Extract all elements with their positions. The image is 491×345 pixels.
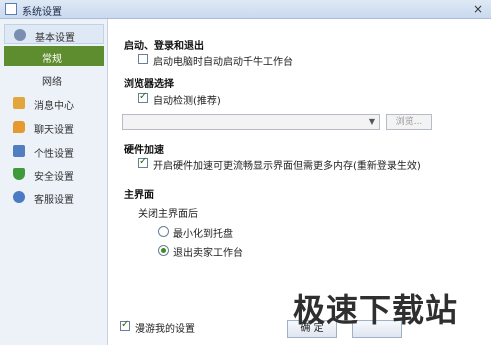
sidebar-item-label: 聊天设置 <box>34 125 74 136</box>
close-behavior-label: 关闭主界面后 <box>138 209 198 220</box>
gear-icon <box>14 29 26 41</box>
section-title-startup: 启动、登录和退出 <box>124 41 204 52</box>
title-bar: 系统设置 × <box>0 0 491 19</box>
sidebar-item-label: 基本设置 <box>35 33 75 44</box>
close-button[interactable]: × <box>471 2 485 16</box>
chat-icon <box>13 121 25 133</box>
watermark: 极速下载站 <box>293 291 459 329</box>
minimize-to-tray-radio[interactable] <box>158 226 169 237</box>
exit-workbench-radio[interactable] <box>158 245 169 256</box>
sidebar-item-label: 网络 <box>42 77 62 88</box>
hardware-accel-label: 开启硬件加速可更流畅显示界面但需更多内存(重新登录生效) <box>153 161 421 172</box>
app-icon <box>5 3 17 15</box>
mail-icon <box>13 97 25 109</box>
window-icon <box>13 145 25 157</box>
roam-settings-checkbox[interactable] <box>120 319 130 331</box>
sidebar-item-basic-settings[interactable]: 基本设置 <box>4 24 104 44</box>
auto-start-checkbox[interactable] <box>138 54 148 64</box>
sidebar-item-security-settings[interactable]: 安全设置 <box>4 164 104 184</box>
sidebar-item-label: 客服设置 <box>34 195 74 206</box>
sidebar-item-chat-settings[interactable]: 聊天设置 <box>4 117 104 137</box>
auto-start-label: 启动电脑时自动启动千牛工作台 <box>153 57 293 68</box>
headset-icon <box>13 191 25 203</box>
section-title-hardware: 硬件加速 <box>124 145 164 156</box>
section-title-main-ui: 主界面 <box>124 190 154 201</box>
sidebar-item-label: 消息中心 <box>34 101 74 112</box>
chevron-down-icon[interactable]: ▼ <box>365 115 379 129</box>
sidebar-item-label: 个性设置 <box>34 149 74 160</box>
sidebar-item-label: 常规 <box>42 54 62 65</box>
hardware-accel-checkbox[interactable] <box>138 156 148 168</box>
sidebar-item-label: 安全设置 <box>34 172 74 183</box>
minimize-to-tray-label: 最小化到托盘 <box>173 229 233 240</box>
browser-select[interactable]: ▼ <box>122 114 380 130</box>
roam-settings-label: 漫游我的设置 <box>135 324 195 335</box>
sidebar-item-message-center[interactable]: 消息中心 <box>4 93 104 113</box>
sidebar-item-service-settings[interactable]: 客服设置 <box>4 187 104 207</box>
auto-detect-label: 自动检测(推荐) <box>153 96 221 107</box>
auto-detect-checkbox[interactable] <box>138 91 148 103</box>
window-title: 系统设置 <box>22 7 62 18</box>
browse-button[interactable]: 浏览... <box>386 114 432 130</box>
shield-icon <box>13 168 25 180</box>
sidebar-item-personal-settings[interactable]: 个性设置 <box>4 141 104 161</box>
sidebar: 基本设置 常规 网络 消息中心 聊天设置 个性设置 安全设置 客服设置 <box>0 19 108 345</box>
exit-workbench-label: 退出卖家工作台 <box>173 248 243 259</box>
sidebar-item-general[interactable]: 常规 <box>4 46 104 66</box>
section-title-browser: 浏览器选择 <box>124 79 174 90</box>
sidebar-item-network[interactable]: 网络 <box>4 69 104 89</box>
